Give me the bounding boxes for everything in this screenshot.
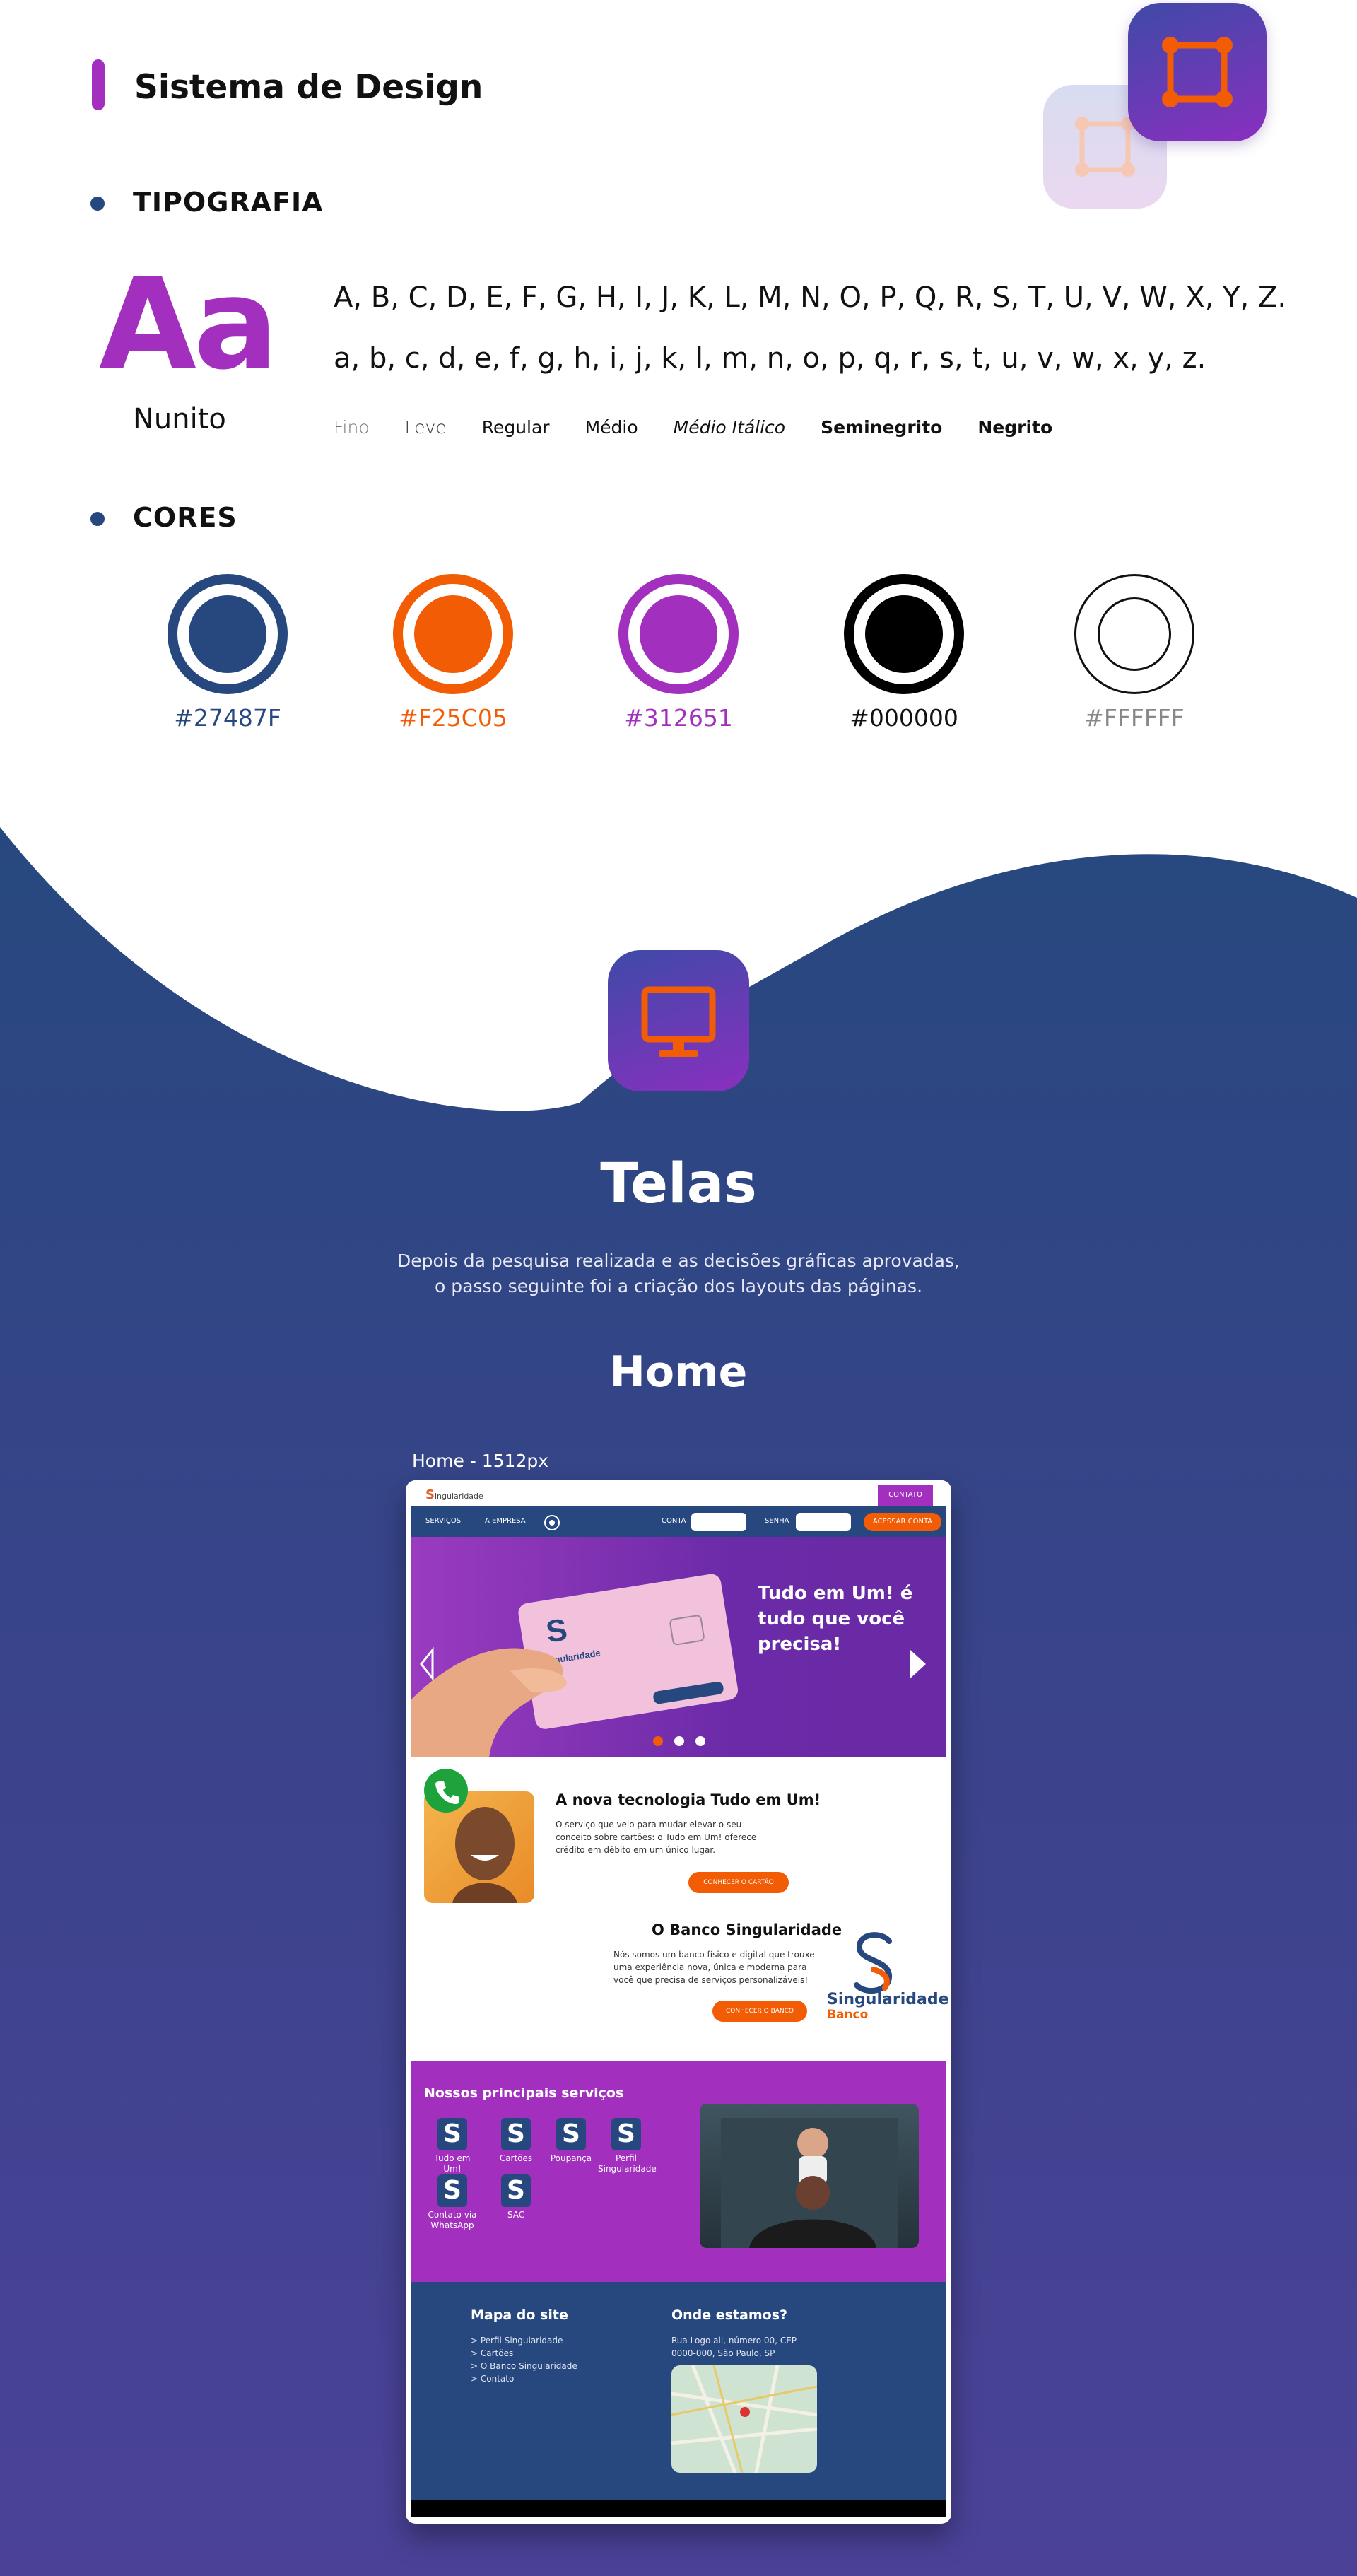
- hex-purple: #312651: [624, 704, 733, 732]
- feature-bank-text: Nós somos um banco físico e digital que …: [613, 1950, 815, 1985]
- bank-logo-sub: Banco: [827, 2008, 869, 2022]
- father-child-photo: [700, 2104, 919, 2248]
- font-sample: Aa: [99, 251, 278, 397]
- weight-regular: Regular: [481, 417, 550, 438]
- swatch-black: [844, 574, 964, 694]
- lowercase-alphabet: a, b, c, d, e, f, g, h, i, j, k, l, m, n…: [334, 342, 1206, 375]
- monitor-icon: [608, 950, 749, 1091]
- swatch-purple: [618, 574, 739, 694]
- colors-heading: CORES: [133, 502, 237, 533]
- hex-orange: #F25C05: [399, 704, 507, 732]
- location-map[interactable]: [671, 2365, 817, 2473]
- weight-semibold: Seminegrito: [821, 417, 943, 438]
- weight-thin: Fino: [334, 417, 370, 438]
- service-savings[interactable]: S Poupança: [543, 2118, 599, 2164]
- account-input[interactable]: [691, 1513, 746, 1531]
- mockup-logo[interactable]: Singularidade: [425, 1487, 483, 1502]
- service-cards[interactable]: S Cartões: [488, 2118, 544, 2164]
- carousel-dot-active[interactable]: [653, 1736, 663, 1746]
- location-title: Onde estamos?: [671, 2307, 788, 2323]
- weight-medium: Médio: [584, 417, 638, 438]
- carousel-dot[interactable]: [695, 1736, 705, 1746]
- section-bullet: [90, 512, 105, 526]
- mockup-nav: SERVIÇOS A EMPRESA CONTA SENHA ACESSAR C…: [411, 1506, 946, 1537]
- address-line: 0000-000, São Paulo, SP: [671, 2348, 775, 2358]
- weight-medium-italic: Médio Itálico: [673, 417, 786, 438]
- password-label: SENHA: [765, 1517, 789, 1525]
- sitemap-link[interactable]: > Cartões: [471, 2347, 513, 2360]
- mockup-footer: Mapa do site > Perfil Singularidade > Ca…: [411, 2282, 946, 2500]
- services-section: Nossos principais serviços S Tudo em Um! …: [411, 2061, 946, 2282]
- bank-logo-icon: [854, 1932, 892, 1994]
- weight-light: Leve: [404, 417, 447, 438]
- service-sac[interactable]: S SAC: [488, 2174, 544, 2220]
- swatch-blue: [168, 574, 288, 694]
- hero-banner: S Singularidade Banco Tudo em Um! é tudo…: [411, 1537, 946, 1757]
- frame-caption: Home - 1512px: [412, 1451, 549, 1471]
- services-title: Nossos principais serviços: [424, 2085, 624, 2101]
- vector-shape-icon: [1128, 3, 1267, 141]
- hex-blue: #27487F: [174, 704, 281, 732]
- font-name: Nunito: [133, 403, 226, 435]
- bank-logo-text: Singularidade: [827, 1991, 949, 2008]
- design-system-section: Sistema de Design TIPOGRAFIA Aa Nunito A…: [0, 0, 1357, 834]
- title-accent-bar: [92, 59, 105, 110]
- know-card-button[interactable]: CONHECER O CARTÃO: [688, 1872, 789, 1893]
- sitemap-link[interactable]: > Perfil Singularidade: [471, 2334, 563, 2347]
- home-title: Home: [609, 1347, 748, 1397]
- weight-bold: Negrito: [977, 417, 1053, 438]
- hex-white: #FFFFFF: [1084, 704, 1185, 732]
- hero-headline: Tudo em Um! é tudo que você precisa!: [758, 1583, 913, 1655]
- phone-icon[interactable]: [424, 1769, 468, 1813]
- page-title: Sistema de Design: [134, 68, 483, 107]
- account-label: CONTA: [662, 1517, 686, 1525]
- theme-toggle[interactable]: [544, 1515, 560, 1530]
- sitemap-link[interactable]: > Contato: [471, 2372, 514, 2385]
- swatch-orange: [393, 574, 513, 694]
- screens-description: Depois da pesquisa realizada e as decisõ…: [397, 1251, 960, 1296]
- nav-services[interactable]: SERVIÇOS: [425, 1517, 461, 1525]
- sitemap-title: Mapa do site: [471, 2307, 568, 2323]
- service-all-in-one[interactable]: S Tudo em Um!: [424, 2118, 481, 2174]
- access-account-button[interactable]: ACESSAR CONTA: [864, 1513, 941, 1531]
- service-whatsapp[interactable]: S Contato via WhatsApp: [424, 2174, 481, 2231]
- carousel-dot[interactable]: [674, 1736, 684, 1746]
- hex-black: #000000: [850, 704, 958, 732]
- feature-card-title: A nova tecnologia Tudo em Um!: [556, 1791, 821, 1808]
- sitemap-link[interactable]: > O Banco Singularidade: [471, 2360, 577, 2372]
- password-input[interactable]: [796, 1513, 851, 1531]
- font-weights: Fino Leve Regular Médio Médio Itálico Se…: [334, 417, 1088, 438]
- contact-button[interactable]: CONTATO: [878, 1485, 933, 1506]
- mockup-top-bar: Singularidade CONTATO: [406, 1480, 951, 1506]
- home-mockup: Singularidade CONTATO SERVIÇOS A EMPRESA…: [406, 1480, 951, 2524]
- service-profile[interactable]: S Perfil Singularidade: [598, 2118, 657, 2174]
- uppercase-alphabet: A, B, C, D, E, F, G, H, I, J, K, L, M, N…: [334, 281, 1287, 314]
- feature-card-text: O serviço que veio para mudar elevar o s…: [556, 1820, 757, 1855]
- typography-heading: TIPOGRAFIA: [133, 187, 324, 218]
- feature-bank-title: O Banco Singularidade: [652, 1921, 842, 1938]
- mockup-bottom-bar: [411, 2500, 946, 2517]
- swatch-white: [1074, 574, 1194, 694]
- know-bank-button[interactable]: CONHECER O BANCO: [712, 2001, 807, 2022]
- section-bullet: [90, 197, 105, 211]
- screens-title: Telas: [600, 1152, 757, 1216]
- nav-company[interactable]: A EMPRESA: [485, 1517, 526, 1525]
- address-line: Rua Logo ali, número 00, CEP: [671, 2336, 797, 2346]
